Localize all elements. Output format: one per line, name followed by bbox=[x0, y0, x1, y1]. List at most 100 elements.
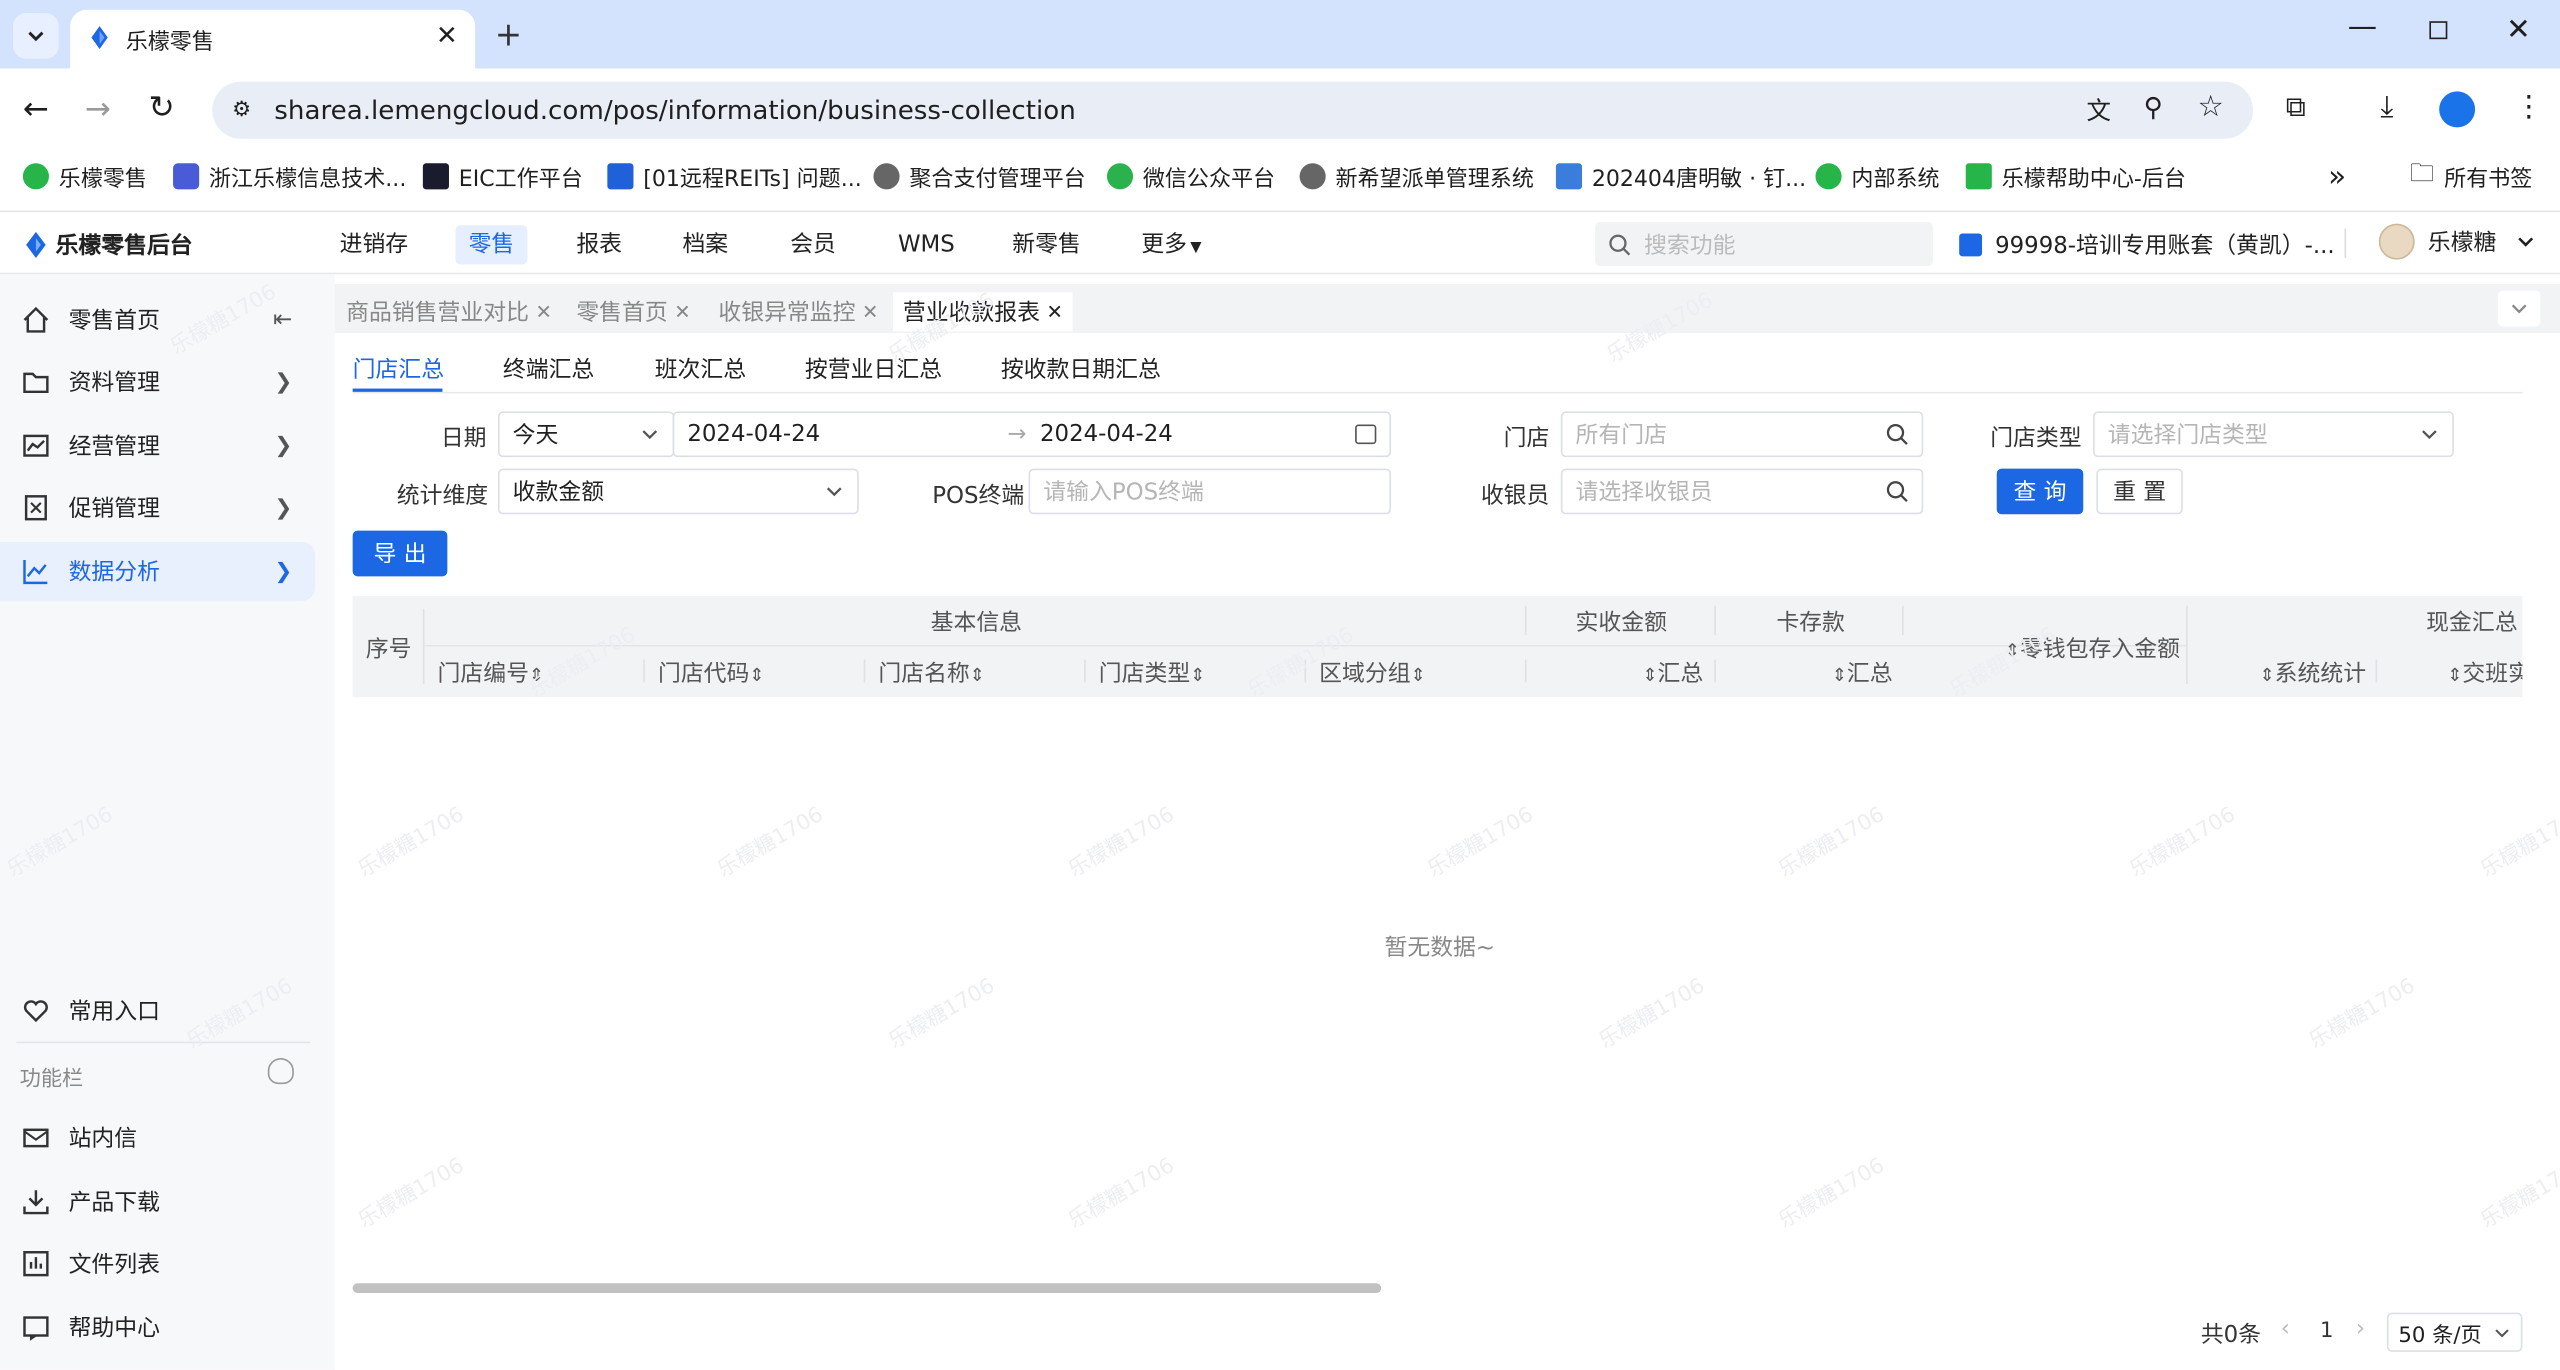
sidebar-item-data-analysis[interactable]: 数据分析 ❯ bbox=[0, 542, 316, 601]
close-window-button[interactable]: ✕ bbox=[2506, 13, 2531, 47]
cashier-input[interactable]: 请选择收银员 bbox=[1560, 468, 1924, 515]
header-divider bbox=[1524, 605, 1527, 636]
pos-input[interactable]: 请输入POS终端 bbox=[1028, 468, 1392, 515]
date-label: 日期 bbox=[440, 426, 487, 453]
date-range-select[interactable]: 今天 bbox=[497, 411, 675, 458]
col-cash-shift[interactable]: ⇕交班实 bbox=[2447, 656, 2522, 689]
bookmarks-overflow-icon[interactable]: » bbox=[2328, 158, 2346, 194]
col-store-name[interactable]: 门店名称⇕ bbox=[878, 656, 984, 689]
account-selector[interactable]: 99998-培训专用账套（黄凯）-... bbox=[1959, 229, 2335, 262]
user-menu[interactable]: 乐檬糖 bbox=[2378, 223, 2536, 260]
tab-list-button[interactable] bbox=[13, 13, 59, 59]
search-icon[interactable] bbox=[1886, 423, 1909, 446]
col-store-code[interactable]: 门店代码⇕ bbox=[658, 656, 764, 689]
zoom-icon[interactable]: ⚲ bbox=[2144, 91, 2163, 122]
col-region[interactable]: 区域分组⇕ bbox=[1319, 656, 1425, 689]
subtab-terminal-summary[interactable]: 终端汇总 bbox=[503, 353, 594, 392]
next-page-icon[interactable]: › bbox=[2356, 1316, 2365, 1342]
nav-wms[interactable]: WMS bbox=[885, 225, 968, 264]
store-input[interactable]: 所有门店 bbox=[1560, 411, 1924, 458]
sidebar-item-help-center[interactable]: 帮助中心 bbox=[0, 1298, 315, 1357]
bookmark-item[interactable]: 微信公众平台 bbox=[1106, 158, 1275, 194]
profile-avatar-icon[interactable] bbox=[2439, 91, 2476, 128]
bookmark-item[interactable]: 新希望派单管理系统 bbox=[1299, 158, 1534, 194]
col-card-sum[interactable]: ⇕汇总 bbox=[1832, 656, 1893, 689]
menu-dots-icon[interactable]: ⋮ bbox=[2514, 90, 2543, 124]
caret-down-icon: ▼ bbox=[1190, 239, 1202, 257]
download-icon[interactable]: ⤓ bbox=[2380, 90, 2393, 124]
subtab-store-summary[interactable]: 门店汇总 bbox=[353, 353, 444, 392]
app-logo[interactable]: 乐檬零售后台 bbox=[23, 229, 193, 262]
sidebar-item-downloads[interactable]: 产品下载 bbox=[0, 1172, 315, 1231]
page-tab[interactable]: 商品销售营业对比 ✕ bbox=[336, 292, 562, 332]
reset-button[interactable]: 重 置 bbox=[2096, 468, 2183, 515]
col-cash-system[interactable]: ⇕系统统计 bbox=[2260, 656, 2366, 689]
sidebar-item-operations[interactable]: 经营管理 ❯ bbox=[0, 416, 315, 475]
header-divider bbox=[863, 659, 866, 683]
back-icon[interactable]: ← bbox=[23, 91, 49, 127]
address-bar[interactable]: ⚙ sharea.lemengcloud.com/pos/information… bbox=[212, 81, 2254, 139]
close-tab-icon[interactable]: ✕ bbox=[436, 20, 458, 51]
collapse-sidebar-icon[interactable]: ⇤ bbox=[273, 307, 292, 333]
star-icon[interactable]: ☆ bbox=[2198, 90, 2224, 124]
page-tab[interactable]: 收银异常监控 ✕ bbox=[708, 292, 889, 332]
chevron-down-icon bbox=[2518, 237, 2534, 247]
store-type-select[interactable]: 请选择门店类型 bbox=[2093, 411, 2454, 458]
nav-reports[interactable]: 报表 bbox=[563, 225, 635, 264]
forward-icon[interactable]: → bbox=[85, 91, 111, 127]
horizontal-scrollbar-thumb[interactable] bbox=[352, 1283, 1382, 1294]
calendar-icon[interactable] bbox=[1355, 424, 1377, 445]
bookmark-item[interactable]: 202404唐明敏 · 钉... bbox=[1555, 158, 1806, 194]
nav-archives[interactable]: 档案 bbox=[669, 225, 741, 264]
reload-icon[interactable]: ↻ bbox=[149, 90, 175, 126]
minimize-button[interactable]: — bbox=[2348, 10, 2377, 44]
close-icon[interactable]: ✕ bbox=[862, 300, 878, 323]
date-range-picker[interactable]: 2024-04-24 → 2024-04-24 bbox=[672, 411, 1392, 458]
subtab-shift-summary[interactable]: 班次汇总 bbox=[655, 353, 746, 392]
sidebar-section-title: 功能栏 bbox=[19, 1067, 84, 1093]
nav-retail[interactable]: 零售 bbox=[455, 225, 528, 265]
export-button[interactable]: 导 出 bbox=[352, 530, 448, 577]
sidebar-item-messages[interactable]: 站内信 bbox=[0, 1109, 315, 1168]
prev-page-icon[interactable]: ‹ bbox=[2281, 1316, 2290, 1342]
date-start: 2024-04-24 bbox=[687, 421, 821, 448]
close-icon[interactable]: ✕ bbox=[536, 300, 552, 323]
close-icon[interactable]: ✕ bbox=[674, 300, 690, 323]
translate-icon[interactable]: 文 bbox=[2087, 93, 2112, 127]
nav-members[interactable]: 会员 bbox=[777, 225, 849, 264]
subtab-payment-date-summary[interactable]: 按收款日期汇总 bbox=[1001, 353, 1161, 392]
nav-more[interactable]: 更多 ▼ bbox=[1141, 225, 1201, 264]
feature-search[interactable]: 搜索功能 bbox=[1595, 222, 1934, 267]
col-received-sum[interactable]: ⇕汇总 bbox=[1642, 656, 1703, 689]
nav-new-retail[interactable]: 新零售 bbox=[999, 225, 1094, 264]
page-tab[interactable]: 零售首页 ✕ bbox=[566, 292, 701, 332]
sidebar-item-file-list[interactable]: 文件列表 bbox=[0, 1234, 315, 1293]
page-size-select[interactable]: 50 条/页 bbox=[2386, 1312, 2523, 1352]
extensions-icon[interactable]: ⧉ bbox=[2286, 91, 2306, 124]
restore-button[interactable] bbox=[2429, 21, 2448, 40]
current-page[interactable]: 1 bbox=[2320, 1319, 2334, 1343]
nav-inventory[interactable]: 进销存 bbox=[327, 225, 422, 264]
all-bookmarks[interactable]: 🗀 所有书签 bbox=[2410, 158, 2532, 194]
bookmark-item[interactable]: 浙江乐檬信息技术... bbox=[173, 158, 406, 194]
col-group-received: 实收金额 bbox=[1575, 610, 1667, 637]
close-icon[interactable]: ✕ bbox=[1047, 300, 1063, 323]
sidebar-item-promotions[interactable]: 促销管理 ❯ bbox=[0, 478, 315, 537]
new-tab-button[interactable]: + bbox=[495, 15, 522, 54]
bookmark-item[interactable]: 乐檬零售 bbox=[22, 158, 147, 194]
browser-tab[interactable]: 乐檬零售 ✕ bbox=[70, 9, 476, 69]
tabs-dropdown-button[interactable] bbox=[2497, 290, 2541, 327]
bookmark-item[interactable]: 乐檬帮助中心-后台 bbox=[1965, 158, 2186, 194]
bookmark-item[interactable]: [01远程REITs] 问题... bbox=[607, 158, 862, 194]
query-button[interactable]: 查 询 bbox=[1996, 468, 2084, 515]
col-store-type[interactable]: 门店类型⇕ bbox=[1099, 656, 1205, 689]
bookmark-item[interactable]: 聚合支付管理平台 bbox=[873, 158, 1086, 194]
bookmark-item[interactable]: EIC工作平台 bbox=[422, 158, 583, 194]
headset-icon[interactable] bbox=[267, 1057, 294, 1085]
search-icon[interactable] bbox=[1886, 480, 1909, 503]
bookmark-item[interactable]: 内部系统 bbox=[1815, 158, 1940, 194]
site-settings-icon[interactable]: ⚙ bbox=[225, 93, 258, 126]
dimension-select[interactable]: 收款金额 bbox=[497, 468, 859, 515]
sidebar-item-data-management[interactable]: 资料管理 ❯ bbox=[0, 353, 315, 412]
subtab-business-day-summary[interactable]: 按营业日汇总 bbox=[805, 353, 942, 392]
